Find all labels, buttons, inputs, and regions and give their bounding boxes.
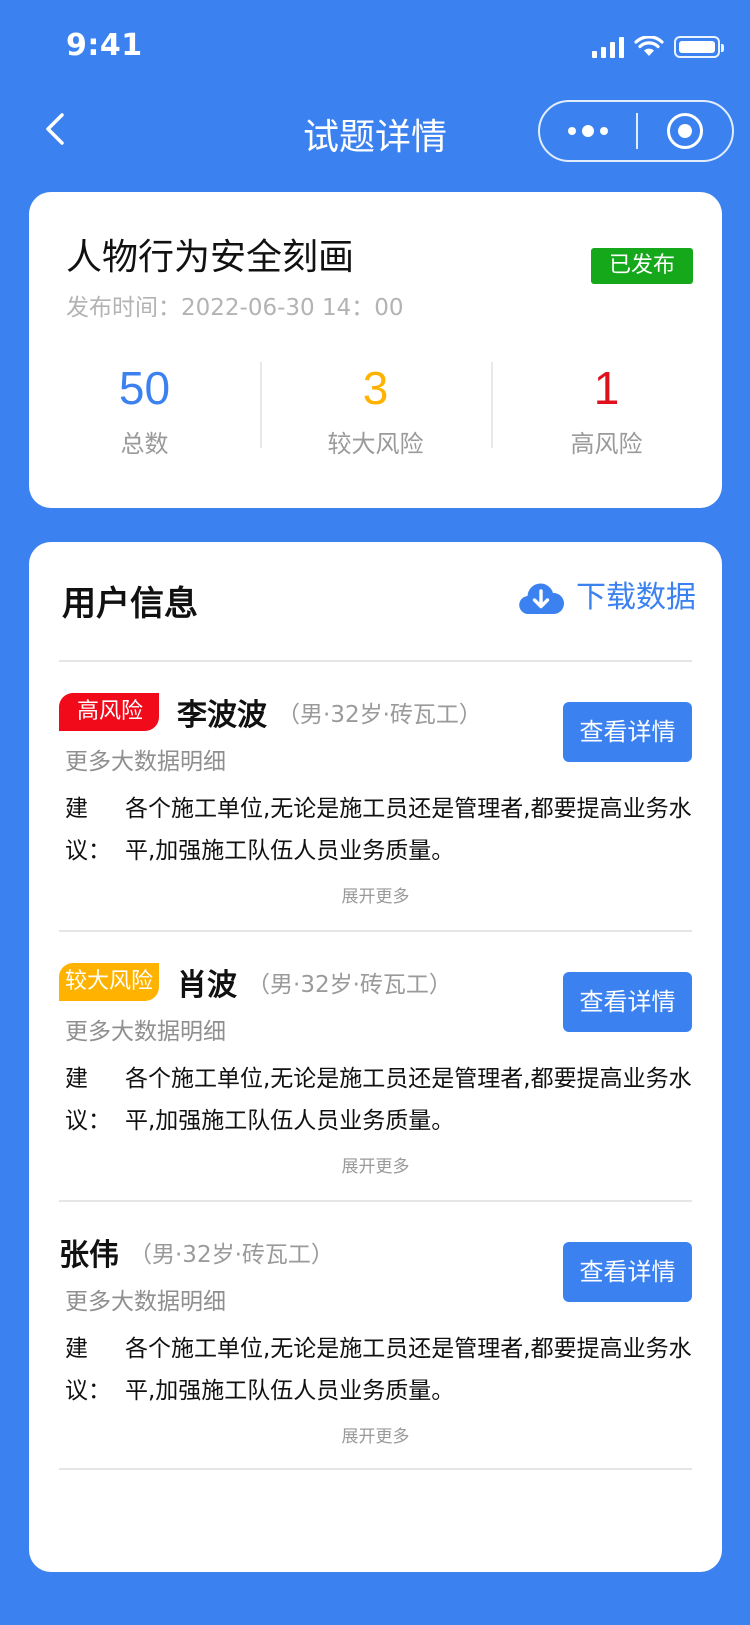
status-icons bbox=[592, 36, 724, 58]
list-item: 较大风险 肖波 （男·32岁·砖瓦工） 更多大数据明细 查看详情 建议： 各个施… bbox=[59, 930, 692, 1200]
status-badge: 已发布 bbox=[591, 248, 693, 284]
user-meta: （男·32岁·砖瓦工） bbox=[129, 1242, 334, 1268]
user-name-row: 较大风险 肖波 （男·32岁·砖瓦工） bbox=[59, 960, 452, 1004]
publish-time: 发布时间：2022-06-30 14：00 bbox=[66, 295, 404, 321]
user-info-card: 用户信息 下载数据 高风险 李波波 （男·32岁·砖瓦工） 更多大数据明细 查看… bbox=[29, 542, 722, 1572]
suggestion-text: 各个施工单位,无论是施工员还是管理者,都要提高业务水平,加强施工队伍人员业务质量… bbox=[125, 796, 692, 864]
user-name: 李波波 bbox=[177, 698, 268, 733]
more-button[interactable] bbox=[540, 102, 636, 160]
exam-summary-card: 人物行为安全刻画 已发布 发布时间：2022-06-30 14：00 50 总数… bbox=[29, 192, 722, 508]
close-button[interactable] bbox=[638, 102, 732, 160]
view-detail-button[interactable]: 查看详情 bbox=[563, 972, 692, 1032]
download-data-button[interactable]: 下载数据 bbox=[518, 578, 696, 618]
suggestion: 建议： 各个施工单位,无论是施工员还是管理者,都要提高业务水平,加强施工队伍人员… bbox=[65, 1058, 692, 1142]
user-meta: （男·32岁·砖瓦工） bbox=[247, 972, 452, 998]
suggestion-label: 建议： bbox=[65, 1336, 111, 1404]
stat-value: 1 bbox=[593, 362, 620, 414]
expand-more-link[interactable]: 展开更多 bbox=[59, 882, 692, 907]
suggestion-text: 各个施工单位,无论是施工员还是管理者,都要提高业务水平,加强施工队伍人员业务质量… bbox=[125, 1336, 692, 1404]
view-detail-button[interactable]: 查看详情 bbox=[563, 702, 692, 762]
download-label: 下载数据 bbox=[576, 580, 696, 615]
stat-high-risk: 1 高风险 bbox=[491, 362, 722, 458]
stat-label: 较大风险 bbox=[327, 430, 424, 458]
more-data-link[interactable]: 更多大数据明细 bbox=[65, 742, 226, 776]
user-name: 张伟 bbox=[59, 1238, 119, 1273]
stat-value: 3 bbox=[362, 362, 389, 414]
status-time: 9:41 bbox=[66, 28, 143, 63]
list-item: 张伟 （男·32岁·砖瓦工） 更多大数据明细 查看详情 建议： 各个施工单位,无… bbox=[59, 1200, 692, 1470]
risk-tag: 较大风险 bbox=[59, 963, 160, 1001]
stat-total: 50 总数 bbox=[29, 362, 260, 458]
user-meta: （男·32岁·砖瓦工） bbox=[277, 702, 482, 728]
suggestion-label: 建议： bbox=[65, 796, 111, 864]
signal-icon bbox=[592, 36, 624, 58]
view-detail-button[interactable]: 查看详情 bbox=[563, 1242, 692, 1302]
battery-icon bbox=[674, 36, 724, 58]
stat-value: 50 bbox=[118, 362, 171, 414]
more-data-link[interactable]: 更多大数据明细 bbox=[65, 1282, 226, 1316]
nav-bar: 试题详情 bbox=[0, 96, 750, 166]
stat-label: 高风险 bbox=[570, 430, 643, 458]
expand-more-link[interactable]: 展开更多 bbox=[59, 1422, 692, 1447]
section-title: 用户信息 bbox=[62, 584, 198, 624]
expand-more-link[interactable]: 展开更多 bbox=[59, 1152, 692, 1177]
more-data-link[interactable]: 更多大数据明细 bbox=[65, 1012, 226, 1046]
list-item: 高风险 李波波 （男·32岁·砖瓦工） 更多大数据明细 查看详情 建议： 各个施… bbox=[59, 660, 692, 930]
suggestion: 建议： 各个施工单位,无论是施工员还是管理者,都要提高业务水平,加强施工队伍人员… bbox=[65, 1328, 692, 1412]
stats-row: 50 总数 3 较大风险 1 高风险 bbox=[29, 362, 722, 458]
user-name-row: 张伟 （男·32岁·砖瓦工） bbox=[59, 1230, 334, 1274]
more-dots-icon bbox=[568, 127, 576, 135]
user-name-row: 高风险 李波波 （男·32岁·砖瓦工） bbox=[59, 690, 482, 734]
status-bar: 9:41 bbox=[0, 0, 750, 96]
suggestion-label: 建议： bbox=[65, 1066, 111, 1134]
user-info-header: 用户信息 下载数据 bbox=[29, 542, 722, 660]
stat-major-risk: 3 较大风险 bbox=[260, 362, 491, 458]
suggestion-text: 各个施工单位,无论是施工员还是管理者,都要提高业务水平,加强施工队伍人员业务质量… bbox=[125, 1066, 692, 1134]
cloud-download-icon bbox=[519, 583, 564, 615]
target-icon bbox=[667, 113, 703, 149]
stat-label: 总数 bbox=[120, 430, 169, 458]
mini-program-capsule bbox=[538, 100, 734, 162]
user-name: 肖波 bbox=[177, 968, 238, 1003]
risk-tag: 高风险 bbox=[59, 693, 160, 731]
wifi-icon bbox=[634, 36, 664, 58]
suggestion: 建议： 各个施工单位,无论是施工员还是管理者,都要提高业务水平,加强施工队伍人员… bbox=[65, 788, 692, 872]
exam-title: 人物行为安全刻画 bbox=[66, 237, 355, 278]
